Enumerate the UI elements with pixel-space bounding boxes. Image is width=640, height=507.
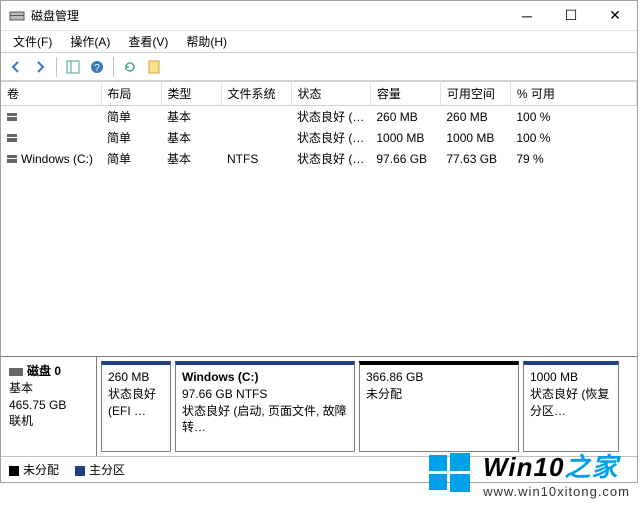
volume-table-wrap: 卷 布局 类型 文件系统 状态 容量 可用空间 % 可用 简单基本状态良好 (…… <box>1 81 637 169</box>
forward-icon[interactable] <box>29 56 51 78</box>
properties-icon[interactable] <box>143 56 165 78</box>
legend-unalloc: 未分配 <box>9 461 59 478</box>
col-type[interactable]: 类型 <box>161 82 221 106</box>
disk-size: 465.75 GB <box>9 397 88 414</box>
volume-icon <box>7 113 17 121</box>
partition[interactable]: 366.86 GB未分配 <box>359 361 519 452</box>
window: 磁盘管理 ─ ☐ ✕ 文件(F) 操作(A) 查看(V) 帮助(H) ? 卷 布… <box>0 0 638 483</box>
refresh-icon[interactable] <box>119 56 141 78</box>
col-volume[interactable]: 卷 <box>1 82 101 106</box>
table-row[interactable]: 简单基本状态良好 (…260 MB260 MB100 % <box>1 106 637 128</box>
disk-icon <box>9 368 23 376</box>
col-fs[interactable]: 文件系统 <box>221 82 291 106</box>
col-pct[interactable]: % 可用 <box>510 82 636 106</box>
col-free[interactable]: 可用空间 <box>440 82 510 106</box>
col-status[interactable]: 状态 <box>291 82 370 106</box>
partition[interactable]: 1000 MB状态良好 (恢复分区… <box>523 361 619 452</box>
menu-file[interactable]: 文件(F) <box>5 31 60 52</box>
menubar: 文件(F) 操作(A) 查看(V) 帮助(H) <box>1 31 637 53</box>
toolbar-separator <box>56 57 57 77</box>
disk-header[interactable]: 磁盘 0 基本 465.75 GB 联机 <box>1 357 97 456</box>
minimize-button[interactable]: ─ <box>505 2 549 30</box>
svg-text:?: ? <box>94 63 100 74</box>
legend-primary: 主分区 <box>75 461 125 478</box>
console-tree-icon[interactable] <box>62 56 84 78</box>
window-title: 磁盘管理 <box>31 7 505 24</box>
table-row[interactable]: 简单基本状态良好 (…1000 MB1000 MB100 % <box>1 127 637 148</box>
volume-icon <box>7 134 17 142</box>
menu-action[interactable]: 操作(A) <box>62 31 118 52</box>
partition[interactable]: Windows (C:)97.66 GB NTFS状态良好 (启动, 页面文件,… <box>175 361 355 452</box>
back-icon[interactable] <box>5 56 27 78</box>
watermark: Win10之家 www.win10xitong.com <box>425 447 630 499</box>
disk-status: 联机 <box>9 413 88 430</box>
table-row[interactable]: Windows (C:)简单基本NTFS状态良好 (…97.66 GB77.63… <box>1 148 637 169</box>
partitions: 260 MB状态良好 (EFI …Windows (C:)97.66 GB NT… <box>97 357 637 456</box>
toolbar-separator <box>113 57 114 77</box>
menu-view[interactable]: 查看(V) <box>120 31 176 52</box>
spacer <box>1 169 637 356</box>
disk-type: 基本 <box>9 380 88 397</box>
volume-icon <box>7 155 17 163</box>
disk-graphics: 磁盘 0 基本 465.75 GB 联机 260 MB状态良好 (EFI …Wi… <box>1 356 637 456</box>
app-icon <box>9 8 25 24</box>
window-controls: ─ ☐ ✕ <box>505 2 637 30</box>
table-header-row: 卷 布局 类型 文件系统 状态 容量 可用空间 % 可用 <box>1 82 637 106</box>
watermark-brand: Win10之家 <box>483 447 630 484</box>
partition[interactable]: 260 MB状态良好 (EFI … <box>101 361 171 452</box>
col-layout[interactable]: 布局 <box>101 82 161 106</box>
toolbar: ? <box>1 53 637 81</box>
help-icon[interactable]: ? <box>86 56 108 78</box>
maximize-button[interactable]: ☐ <box>549 2 593 30</box>
watermark-url: www.win10xitong.com <box>483 484 630 499</box>
windows-logo-icon <box>425 449 473 497</box>
menu-help[interactable]: 帮助(H) <box>178 31 235 52</box>
col-capacity[interactable]: 容量 <box>370 82 440 106</box>
disk-label: 磁盘 0 <box>27 364 61 378</box>
close-button[interactable]: ✕ <box>593 2 637 30</box>
titlebar: 磁盘管理 ─ ☐ ✕ <box>1 1 637 31</box>
volume-table: 卷 布局 类型 文件系统 状态 容量 可用空间 % 可用 简单基本状态良好 (…… <box>1 81 637 169</box>
